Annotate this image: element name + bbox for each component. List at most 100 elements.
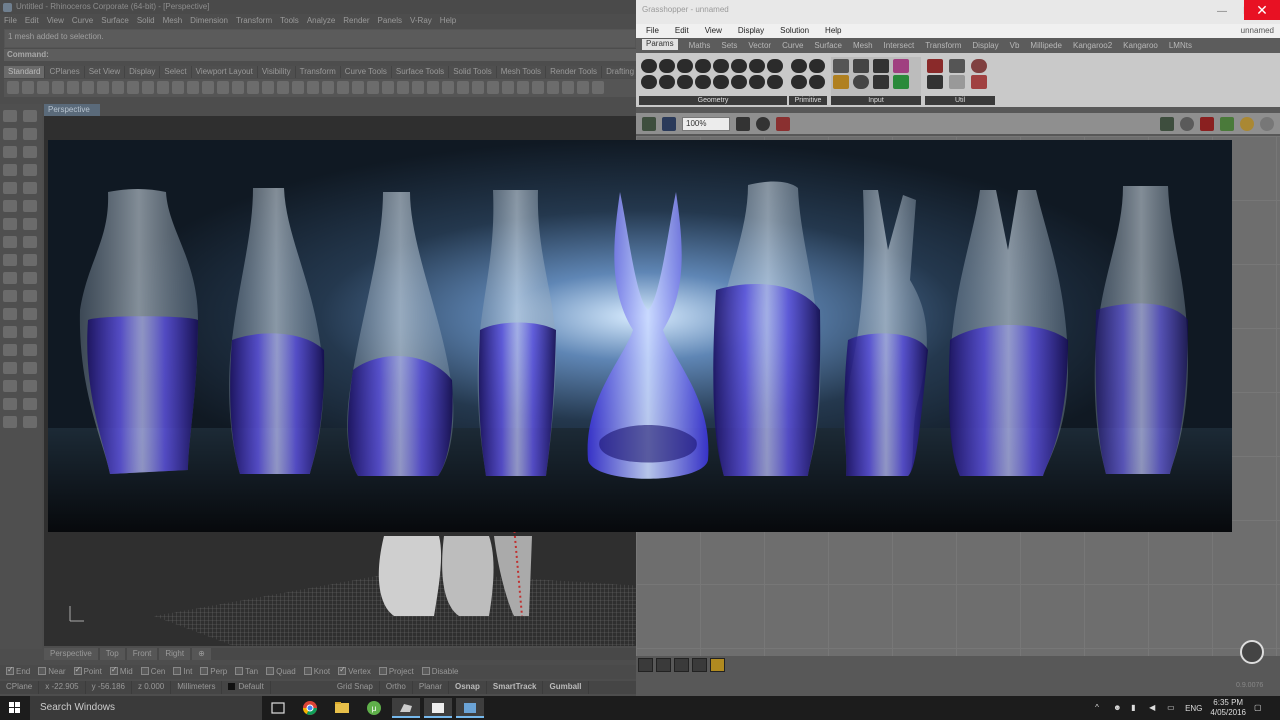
menu-curve[interactable]: Curve [72, 16, 93, 28]
gh-tab-transform[interactable]: Transform [925, 41, 961, 50]
gh-tab-vb[interactable]: Vb [1010, 41, 1020, 50]
toolbar-tab-transform[interactable]: Transform [296, 66, 341, 78]
gh-tab-kangaroo[interactable]: Kangaroo [1123, 41, 1158, 50]
param-icon[interactable] [641, 75, 657, 89]
bake-icon[interactable] [638, 658, 653, 672]
param-icon[interactable] [659, 75, 675, 89]
gh-menu-edit[interactable]: Edit [675, 26, 689, 38]
viewport-tab-top[interactable]: Top [99, 648, 125, 660]
preview-eye-icon[interactable] [756, 116, 770, 131]
side-tool-icon[interactable] [23, 290, 37, 302]
toolbar-command-icon[interactable] [172, 81, 184, 94]
toolbar-command-icon[interactable] [277, 81, 289, 94]
menu-mesh[interactable]: Mesh [163, 16, 183, 28]
chrome-taskbar-app[interactable] [296, 698, 324, 718]
param-icon[interactable] [731, 75, 747, 89]
gh-tab-intersect[interactable]: Intersect [884, 41, 915, 50]
gradient-icon[interactable] [893, 59, 909, 73]
side-tool-icon[interactable] [23, 362, 37, 374]
people-icon[interactable]: ☻ [1113, 703, 1123, 713]
toolbar-command-icon[interactable] [427, 81, 439, 94]
side-tool-icon[interactable] [23, 416, 37, 428]
status-osnap[interactable]: Osnap [449, 681, 487, 694]
delete-icon[interactable] [692, 658, 707, 672]
toolbar-command-icon[interactable] [502, 81, 514, 94]
gh-tab-curve[interactable]: Curve [782, 41, 803, 50]
toolbar-command-icon[interactable] [187, 81, 199, 94]
toolbar-command-icon[interactable] [442, 81, 454, 94]
toolbar-command-icon[interactable] [292, 81, 304, 94]
param-icon[interactable] [695, 59, 711, 73]
toolbar-command-icon[interactable] [247, 81, 259, 94]
gh-tab-sets[interactable]: Sets [721, 41, 737, 50]
gh-menu-solution[interactable]: Solution [780, 26, 809, 38]
side-tool-icon[interactable] [23, 236, 37, 248]
gh-tab-maths[interactable]: Maths [689, 41, 711, 50]
toolbar-command-icon[interactable] [532, 81, 544, 94]
toolbar-command-icon[interactable] [52, 81, 64, 94]
param-icon[interactable] [791, 59, 807, 73]
status-ortho[interactable]: Ortho [380, 681, 413, 694]
side-tool-icon[interactable] [23, 110, 37, 122]
side-tool-icon[interactable] [3, 146, 17, 158]
side-tool-icon[interactable] [23, 218, 37, 230]
viewport-title-perspective[interactable]: Perspective [44, 104, 100, 116]
viewport-tab-right[interactable]: Right [159, 648, 191, 660]
osnap-mid[interactable]: Mid [109, 665, 133, 677]
side-tool-icon[interactable] [3, 164, 17, 176]
sphere-icon[interactable] [971, 59, 987, 73]
side-tool-icon[interactable] [3, 236, 17, 248]
side-tool-icon[interactable] [3, 254, 17, 266]
chevron-up-icon[interactable]: ^ [1095, 703, 1105, 713]
rhino-taskbar-app[interactable] [392, 698, 420, 718]
utorrent-taskbar-app[interactable]: μ [360, 698, 388, 718]
cluster-icon[interactable] [927, 75, 943, 89]
toolbar-command-icon[interactable] [82, 81, 94, 94]
side-tool-icon[interactable] [3, 362, 17, 374]
param-icon[interactable] [749, 59, 765, 73]
toolbar-command-icon[interactable] [412, 81, 424, 94]
network-icon[interactable]: ▮ [1131, 703, 1141, 713]
toolbar-command-icon[interactable] [67, 81, 79, 94]
gh-tab-millipede[interactable]: Millipede [1030, 41, 1062, 50]
param-icon[interactable] [767, 59, 783, 73]
toolbar-command-icon[interactable] [202, 81, 214, 94]
side-tool-icon[interactable] [23, 200, 37, 212]
gh-menu-view[interactable]: View [705, 26, 722, 38]
side-tool-icon[interactable] [3, 218, 17, 230]
toolbar-command-icon[interactable] [397, 81, 409, 94]
osnap-project[interactable]: Project [378, 667, 414, 677]
menu-edit[interactable]: Edit [25, 16, 39, 28]
cherry-icon[interactable] [927, 59, 943, 73]
language-indicator[interactable]: ENG [1185, 704, 1202, 713]
side-tool-icon[interactable] [3, 272, 17, 284]
side-tool-icon[interactable] [23, 182, 37, 194]
status-smarttrack[interactable]: SmartTrack [487, 681, 544, 694]
toolbar-command-icon[interactable] [517, 81, 529, 94]
panel-icon[interactable] [873, 59, 889, 73]
param-icon[interactable] [677, 59, 693, 73]
sketch-icon[interactable] [776, 116, 790, 131]
osnap-point[interactable]: Point [73, 665, 102, 677]
side-tool-icon[interactable] [3, 200, 17, 212]
menu-dimension[interactable]: Dimension [190, 16, 228, 28]
gh-tab-vector[interactable]: Vector [748, 41, 771, 50]
taskbar-search-box[interactable]: Search Windows [30, 696, 262, 720]
swatch-icon[interactable] [893, 75, 909, 89]
graph-icon[interactable] [833, 75, 849, 89]
shaded-preview-icon[interactable] [1180, 116, 1194, 131]
side-tool-icon[interactable] [23, 344, 37, 356]
math-icon[interactable] [656, 658, 671, 672]
toolbar-command-icon[interactable] [307, 81, 319, 94]
param-icon[interactable] [641, 59, 657, 73]
display-mode-icon[interactable] [1160, 116, 1174, 131]
osnap-checkbox[interactable] [109, 665, 118, 675]
side-tool-icon[interactable] [23, 308, 37, 320]
toolbar-tab-curve-tools[interactable]: Curve Tools [341, 66, 392, 78]
arrow-out-icon[interactable] [949, 75, 965, 89]
widget-icon[interactable] [710, 658, 725, 672]
add-viewport-icon[interactable]: ⊕ [192, 648, 211, 660]
toolbar-command-icon[interactable] [142, 81, 154, 94]
osnap-end[interactable]: End [6, 665, 30, 677]
osnap-perp[interactable]: Perp [200, 667, 227, 677]
